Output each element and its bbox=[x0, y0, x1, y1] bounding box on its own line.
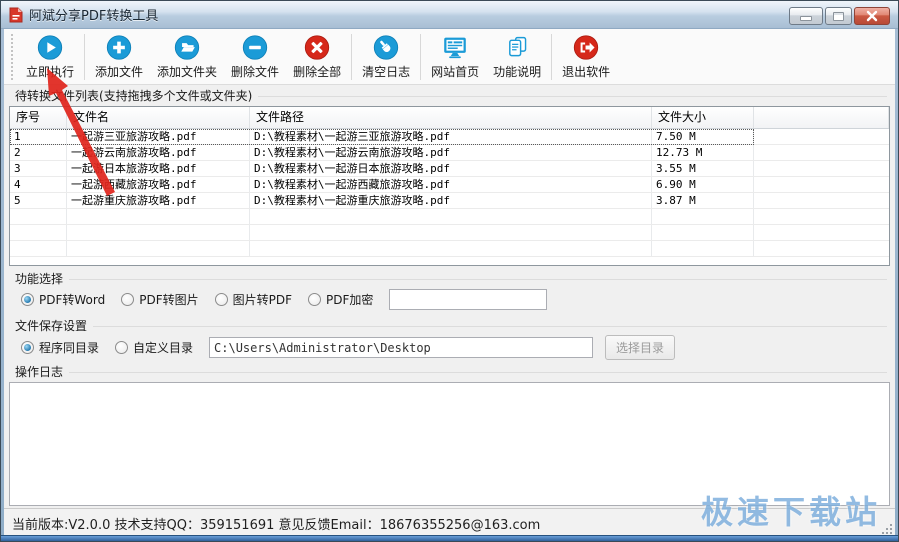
save-options: 程序同目录 自定义目录 选择目录 bbox=[21, 335, 675, 360]
toolbar-separator bbox=[351, 34, 352, 80]
website-home-button[interactable]: 网站首页 bbox=[424, 31, 486, 83]
col-header-filler bbox=[754, 107, 889, 128]
toolbar-separator bbox=[551, 34, 552, 80]
exit-button[interactable]: 退出软件 bbox=[555, 31, 617, 83]
col-header-path[interactable]: 文件路径 bbox=[250, 107, 652, 128]
file-table: 序号 文件名 文件路径 文件大小 1 一起游三亚旅游攻略.pdf D:\教程素材… bbox=[9, 106, 890, 266]
radio-icon bbox=[21, 293, 34, 306]
table-header: 序号 文件名 文件路径 文件大小 bbox=[10, 107, 889, 129]
app-window: 阿斌分享PDF转换工具 立即执行 bbox=[0, 0, 899, 542]
close-button[interactable] bbox=[854, 7, 890, 25]
table-row[interactable]: 2 一起游云南旅游攻略.pdf D:\教程素材\一起游云南旅游攻略.pdf 12… bbox=[10, 145, 889, 161]
toolbar-separator bbox=[84, 34, 85, 80]
radio-pdf-to-word[interactable]: PDF转Word bbox=[21, 291, 105, 308]
clear-log-icon bbox=[371, 34, 401, 61]
help-doc-button[interactable]: 功能说明 bbox=[486, 31, 548, 83]
save-section-header: 文件保存设置 bbox=[15, 317, 887, 334]
close-icon bbox=[866, 10, 878, 22]
radio-icon bbox=[21, 341, 34, 354]
function-section-header: 功能选择 bbox=[15, 270, 887, 287]
radio-image-to-pdf[interactable]: 图片转PDF bbox=[215, 291, 292, 308]
file-list-section-header: 待转换文件列表(支持拖拽多个文件或文件夹) bbox=[15, 87, 887, 104]
window-border-left bbox=[1, 29, 4, 541]
table-row-empty bbox=[10, 241, 889, 257]
section-divider bbox=[69, 372, 887, 373]
toolbar-gripper[interactable] bbox=[11, 34, 14, 80]
remove-all-icon bbox=[302, 34, 332, 61]
section-divider bbox=[258, 96, 887, 97]
log-textarea[interactable] bbox=[9, 382, 890, 506]
minimize-icon bbox=[800, 16, 812, 21]
execute-now-button[interactable]: 立即执行 bbox=[19, 31, 81, 83]
log-section-header: 操作日志 bbox=[15, 363, 887, 380]
radio-custom-dir[interactable]: 自定义目录 bbox=[115, 339, 193, 356]
add-folder-icon bbox=[172, 34, 202, 61]
radio-pdf-encrypt[interactable]: PDF加密 bbox=[308, 291, 373, 308]
status-bar: 当前版本:V2.0.0 技术支持QQ：359151691 意见反馈Email：1… bbox=[4, 508, 895, 537]
table-row-empty bbox=[10, 225, 889, 241]
title-bar: 阿斌分享PDF转换工具 bbox=[1, 1, 898, 29]
section-divider bbox=[69, 279, 887, 280]
col-header-size[interactable]: 文件大小 bbox=[652, 107, 754, 128]
maximize-button[interactable] bbox=[825, 7, 852, 25]
app-icon bbox=[9, 7, 23, 23]
add-file-button[interactable]: 添加文件 bbox=[88, 31, 150, 83]
window-border-right bbox=[895, 29, 898, 541]
toolbar-separator bbox=[420, 34, 421, 80]
help-doc-icon bbox=[502, 34, 532, 61]
file-list-section-label: 待转换文件列表(支持拖拽多个文件或文件夹) bbox=[15, 87, 252, 104]
function-options: PDF转Word PDF转图片 图片转PDF PDF加密 bbox=[21, 288, 547, 310]
remove-file-icon bbox=[240, 34, 270, 61]
radio-same-dir[interactable]: 程序同目录 bbox=[21, 339, 99, 356]
choose-dir-button[interactable]: 选择目录 bbox=[605, 335, 675, 360]
remove-file-button[interactable]: 删除文件 bbox=[224, 31, 286, 83]
website-home-icon bbox=[440, 34, 470, 61]
radio-icon bbox=[121, 293, 134, 306]
table-row[interactable]: 4 一起游西藏旅游攻略.pdf D:\教程素材\一起游西藏旅游攻略.pdf 6.… bbox=[10, 177, 889, 193]
function-section-label: 功能选择 bbox=[15, 270, 63, 287]
remove-all-button[interactable]: 删除全部 bbox=[286, 31, 348, 83]
add-file-icon bbox=[104, 34, 134, 61]
clear-log-button[interactable]: 清空日志 bbox=[355, 31, 417, 83]
section-divider bbox=[93, 326, 887, 327]
window-title: 阿斌分享PDF转换工具 bbox=[29, 5, 158, 24]
table-row[interactable]: 1 一起游三亚旅游攻略.pdf D:\教程素材\一起游三亚旅游攻略.pdf 7.… bbox=[10, 129, 889, 145]
status-text: 当前版本:V2.0.0 技术支持QQ：359151691 意见反馈Email：1… bbox=[12, 514, 540, 533]
minimize-button[interactable] bbox=[789, 7, 823, 25]
window-border-bottom bbox=[1, 535, 898, 541]
table-row[interactable]: 5 一起游重庆旅游攻略.pdf D:\教程素材\一起游重庆旅游攻略.pdf 3.… bbox=[10, 193, 889, 209]
col-header-index[interactable]: 序号 bbox=[10, 107, 67, 128]
encrypt-password-input[interactable] bbox=[389, 289, 547, 310]
radio-icon bbox=[215, 293, 228, 306]
save-section-label: 文件保存设置 bbox=[15, 317, 87, 334]
table-row[interactable]: 3 一起游日本旅游攻略.pdf D:\教程素材\一起游日本旅游攻略.pdf 3.… bbox=[10, 161, 889, 177]
table-row-empty bbox=[10, 209, 889, 225]
save-path-input[interactable] bbox=[209, 337, 593, 358]
radio-pdf-to-image[interactable]: PDF转图片 bbox=[121, 291, 198, 308]
log-section-label: 操作日志 bbox=[15, 363, 63, 380]
exit-icon bbox=[571, 34, 601, 61]
radio-icon bbox=[115, 341, 128, 354]
add-folder-button[interactable]: 添加文件夹 bbox=[150, 31, 224, 83]
radio-icon bbox=[308, 293, 321, 306]
client-area: 立即执行 添加文件 添加文件夹 bbox=[4, 29, 895, 535]
toolbar: 立即执行 添加文件 添加文件夹 bbox=[4, 29, 895, 85]
maximize-icon bbox=[833, 12, 844, 21]
play-icon bbox=[35, 34, 65, 61]
resize-grip-icon[interactable] bbox=[880, 522, 892, 534]
col-header-name[interactable]: 文件名 bbox=[67, 107, 250, 128]
